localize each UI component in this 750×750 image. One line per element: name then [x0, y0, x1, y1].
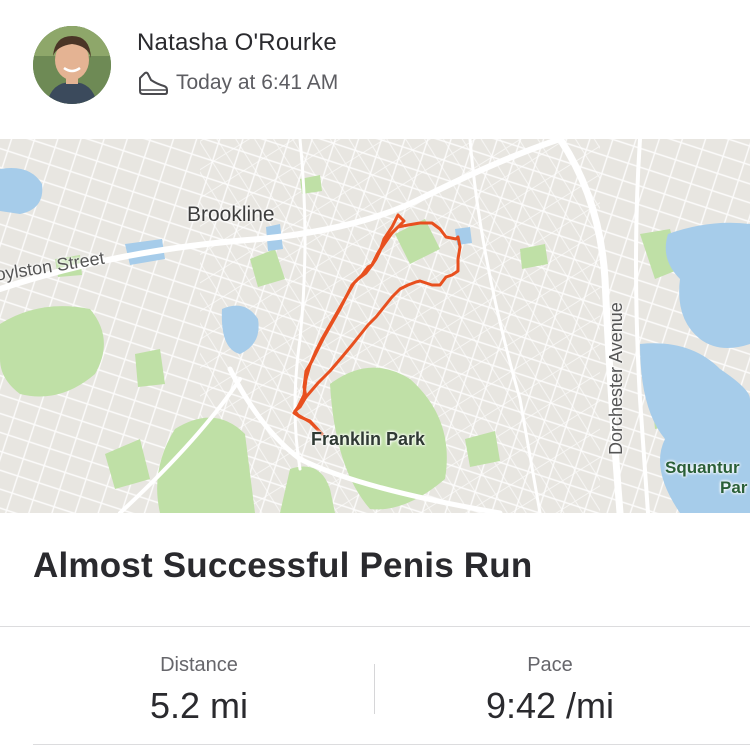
divider [33, 744, 750, 745]
map-label-dorchester-avenue: Dorchester Avenue [606, 302, 626, 455]
stat-distance: Distance 5.2 mi [49, 654, 349, 727]
map-label-squantum-line1: Squantur [665, 458, 740, 477]
route-map[interactable]: Brookline oylston Street Franklin Park D… [0, 139, 750, 513]
pace-value: 9:42 /mi [485, 685, 615, 726]
map-canvas [0, 139, 750, 513]
map-label-brookline: Brookline [187, 203, 275, 226]
avatar-photo [33, 26, 111, 104]
distance-value: 5.2 mi [149, 685, 249, 726]
map-label-squantum-park: Squantur Par [665, 458, 747, 498]
pace-label: Pace [527, 654, 573, 676]
avatar[interactable] [33, 26, 111, 104]
activity-title[interactable]: Almost Successful Penis Run [33, 546, 532, 586]
map-label-squantum-line2: Par [720, 478, 748, 497]
distance-label: Distance [160, 654, 238, 676]
stat-pace: Pace 9:42 /mi [400, 654, 700, 727]
athlete-name[interactable]: Natasha O'Rourke [137, 29, 337, 57]
divider [0, 626, 750, 627]
activity-timestamp: Today at 6:41 AM [176, 71, 339, 94]
stat-divider [374, 664, 375, 714]
map-label-franklin-park: Franklin Park [311, 429, 426, 449]
running-shoe-icon [137, 70, 169, 96]
